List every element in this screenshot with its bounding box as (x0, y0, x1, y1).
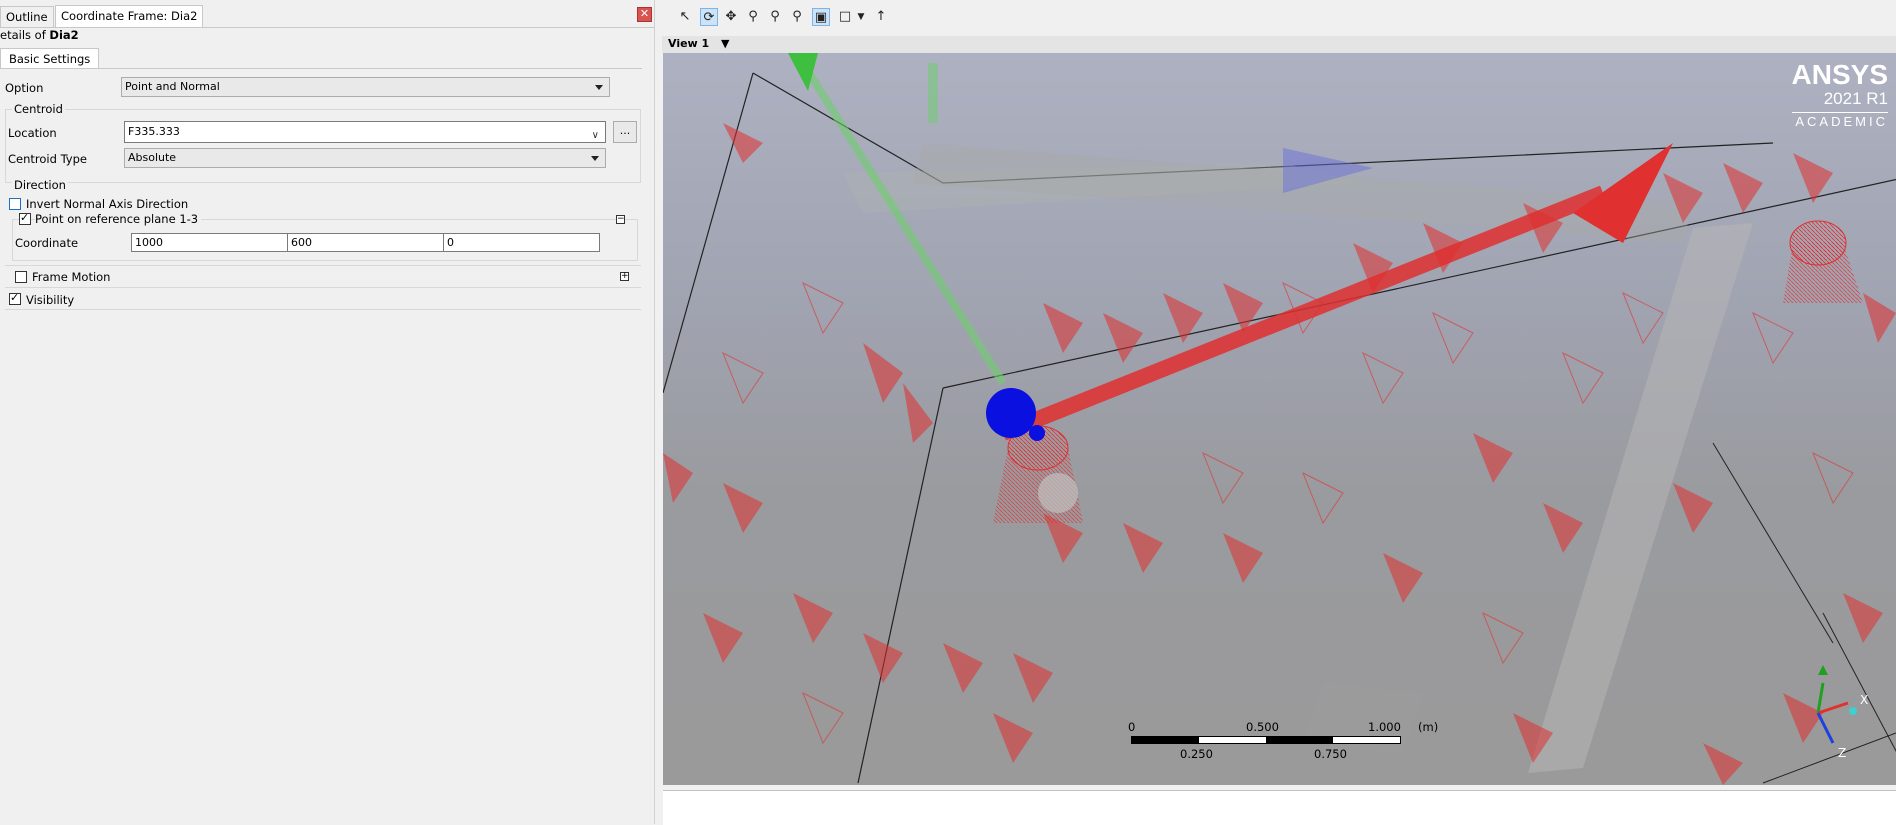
view-selector[interactable]: View 1 ▼ (668, 37, 730, 50)
pan-icon[interactable]: ✥ (722, 8, 740, 26)
tab-outline[interactable]: Outline (0, 6, 54, 27)
dropdown-icon[interactable]: ▼ (852, 8, 870, 26)
normal-arrow (1000, 185, 1606, 441)
invert-normal-label: Invert Normal Axis Direction (26, 197, 189, 211)
box-edge (1712, 442, 1834, 644)
invert-normal-checkbox[interactable] (9, 198, 21, 210)
chevron-down-icon (595, 85, 603, 90)
chevron-down-icon (591, 156, 599, 161)
option-select[interactable]: Point and Normal (121, 77, 610, 97)
box-edge (1762, 732, 1896, 784)
visibility-checkbox[interactable] (9, 291, 21, 305)
highlight-icon[interactable]: ▣ (812, 8, 830, 26)
centroid-type-label: Centroid Type (8, 152, 87, 166)
visibility-label: Visibility (26, 293, 75, 307)
divider (5, 287, 641, 288)
coordinate-x-input[interactable]: 1000 (131, 233, 288, 252)
centroid-type-select[interactable]: Absolute (124, 148, 606, 168)
basic-settings-form: Option Point and Normal Centroid Locatio… (0, 68, 642, 329)
divider (5, 309, 641, 310)
message-pane[interactable] (663, 790, 1896, 825)
zoom-box-icon[interactable]: ⚲ (766, 8, 784, 26)
select-icon[interactable]: ↖ (676, 8, 694, 26)
zoom-fit-icon[interactable]: ⚲ (788, 8, 806, 26)
point-sphere (1029, 425, 1045, 441)
point-on-plane-label: Point on reference plane 1-3 (35, 212, 202, 226)
point-on-plane-checkbox[interactable] (19, 211, 31, 225)
view-selector-bar: View 1 ▼ (662, 36, 1896, 53)
details-panel: Outline Coordinate Frame: Dia2 ✕ etails … (0, 0, 654, 824)
pillar (1528, 223, 1753, 773)
green-axis (799, 60, 1007, 386)
box-edge (663, 72, 754, 394)
expand-icon[interactable]: + (620, 272, 629, 281)
panel-tabbar: Outline Coordinate Frame: Dia2 ✕ (0, 0, 654, 28)
option-label: Option (5, 81, 44, 95)
panel-splitter[interactable] (654, 0, 663, 824)
divider (5, 265, 641, 266)
3d-viewport[interactable]: ANSYS 2021 R1 ACADEMIC X Z 0 0.500 1.000… (663, 53, 1896, 785)
box-edge (857, 387, 944, 784)
coordinate-z-input[interactable]: 0 (443, 233, 600, 252)
frame-motion-checkbox[interactable] (15, 271, 27, 283)
vector-glyphs (663, 123, 1896, 785)
axis-x-label: X (1860, 693, 1869, 707)
scene-graphic (663, 53, 1896, 785)
location-label: Location (8, 126, 57, 140)
viewer-toolbar: ↖ ⟳ ✥ ⚲ ⚲ ⚲ ▣ □ ▼ ↑ (662, 0, 1896, 37)
hatched-cone (1783, 243, 1863, 303)
scale-bar: 0 0.500 1.000 (m) 0.250 0.750 (1128, 720, 1439, 761)
coordinate-y-input[interactable]: 600 (287, 233, 444, 252)
details-title: etails of Dia2 (0, 28, 79, 42)
ansys-logo: ANSYS 2021 R1 ACADEMIC (1791, 59, 1888, 129)
axis-z-label: Z (1838, 746, 1847, 760)
location-input[interactable]: F335.333 ∨ (124, 121, 606, 143)
centroid-type-value: Absolute (128, 151, 177, 164)
probe-icon[interactable]: ↑ (872, 8, 890, 26)
tab-coordinate-frame[interactable]: Coordinate Frame: Dia2 (55, 5, 204, 27)
collapse-icon[interactable]: − (616, 215, 625, 224)
direction-group-title: Direction (12, 178, 68, 192)
chevron-down-icon: ∨ (591, 130, 599, 141)
point-sphere (986, 388, 1036, 438)
axis-triad (1816, 665, 1857, 744)
zoom-icon[interactable]: ⚲ (744, 8, 762, 26)
grey-sphere (1038, 473, 1078, 513)
frame-motion-label: Frame Motion (32, 270, 111, 284)
location-value: F335.333 (128, 125, 180, 138)
option-select-value: Point and Normal (125, 80, 220, 93)
centroid-group-title: Centroid (12, 102, 65, 116)
coordinate-label: Coordinate (15, 236, 79, 250)
close-icon[interactable]: ✕ (637, 7, 652, 22)
tab-basic-settings[interactable]: Basic Settings (0, 48, 100, 69)
location-browse-button[interactable]: ... (613, 121, 637, 143)
rotate-icon[interactable]: ⟳ (700, 8, 718, 26)
